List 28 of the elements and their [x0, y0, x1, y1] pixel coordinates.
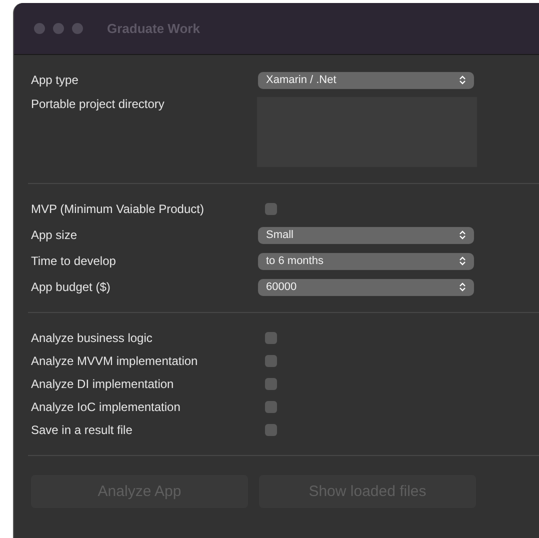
field-label: App size	[31, 228, 78, 242]
checkbox[interactable]	[265, 355, 277, 367]
field-label: Analyze DI implementation	[31, 377, 175, 391]
field-label: MVP (Minimum Vaiable Product)	[31, 202, 205, 216]
dropdown[interactable]: 60000	[258, 278, 474, 296]
field-label: Analyze business logic	[31, 331, 154, 345]
field-label: Portable project directory	[31, 97, 166, 111]
minimize-button[interactable]	[53, 23, 64, 34]
field-label: Analyze IoC implementation	[31, 400, 182, 414]
field-label: Save in a result file	[31, 423, 134, 437]
field-label: Analyze MVVM implementation	[31, 354, 199, 368]
dropdown[interactable]: Xamarin / .Net	[258, 72, 474, 88]
zoom-button[interactable]	[72, 23, 83, 34]
field-label: App budget ($)	[31, 280, 112, 294]
chevron-icon	[459, 282, 466, 292]
field-label: Time to develop	[31, 254, 117, 268]
field-label: App type	[31, 73, 80, 87]
dropdown[interactable]: to 6 months	[258, 252, 474, 270]
checkbox[interactable]	[265, 378, 277, 390]
checkbox[interactable]	[265, 332, 277, 344]
chevron-icon	[459, 230, 466, 240]
chevron-icon	[459, 75, 466, 85]
checkbox[interactable]	[265, 424, 277, 436]
close-button[interactable]	[34, 23, 45, 34]
checkbox[interactable]	[265, 203, 277, 215]
dropdown[interactable]: Small	[258, 226, 474, 244]
chevron-icon	[459, 256, 466, 266]
checkbox[interactable]	[265, 401, 277, 413]
